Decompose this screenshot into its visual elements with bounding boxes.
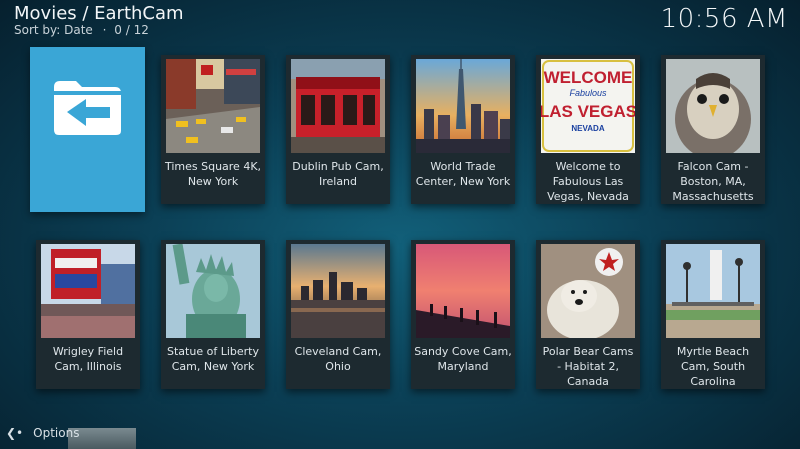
thumbnail-image [41,244,135,338]
page-title: Movies / EarthCam [14,3,184,24]
item-label: Dublin Pub Cam, Ireland [292,160,384,188]
thumbnail-image [166,59,260,153]
item-label: Times Square 4K, New York [164,160,262,188]
media-item-las-vegas[interactable]: WELCOME Fabulous LAS VEGAS NEVADA Welcom… [536,55,640,204]
thumbnail-image [666,244,760,338]
item-label: World Trade Center, New York [415,160,511,188]
options-chevron-icon: ❮• [6,426,24,440]
thumbnail-image [291,244,385,338]
item-label: Sandy Cove Cam, Maryland [414,345,512,373]
item-label: Welcome to Fabulous Las Vegas, Nevada [547,160,629,203]
item-label: Cleveland Cam, Ohio [294,345,382,373]
thumb-text-nevada: NEVADA [571,124,604,133]
item-label: Wrigley Field Cam, Illinois [52,345,124,373]
media-item-world-trade-center[interactable]: World Trade Center, New York [411,55,515,204]
media-item-myrtle-beach[interactable]: Myrtle Beach Cam, South Carolina [661,240,765,389]
thumb-text-fabulous: Fabulous [569,88,607,98]
item-counter: 0 / 12 [114,23,149,37]
media-item-statue-of-liberty[interactable]: Statue of Liberty Cam, New York [161,240,265,389]
sort-status: Sort by: Date · 0 / 12 [14,23,149,37]
media-item-wrigley-field[interactable]: Wrigley Field Cam, Illinois [36,240,140,389]
thumbnail-image: WELCOME Fabulous LAS VEGAS NEVADA [541,59,635,153]
thumbnail-image [416,59,510,153]
media-item-polar-bear[interactable]: Polar Bear Cams - Habitat 2, Canada [536,240,640,389]
thumbnail-image [416,244,510,338]
sort-label[interactable]: Sort by: Date [14,23,93,37]
options-button[interactable]: ❮• Options [6,426,79,440]
separator: · [102,23,107,37]
options-label: Options [33,426,80,440]
thumb-text-welcome: WELCOME [544,68,633,87]
media-item-cleveland[interactable]: Cleveland Cam, Ohio [286,240,390,389]
item-label: Falcon Cam - Boston, MA, Massachusetts [672,160,754,203]
clock: 10:56 AM [660,4,788,34]
parent-folder-tile[interactable] [30,47,145,212]
media-item-sandy-cove[interactable]: Sandy Cove Cam, Maryland [411,240,515,389]
item-label: Polar Bear Cams - Habitat 2, Canada [542,345,634,388]
media-item-falcon-cam[interactable]: Falcon Cam - Boston, MA, Massachusetts [661,55,765,204]
item-label: Myrtle Beach Cam, South Carolina [676,345,750,388]
thumb-text-las-vegas: LAS VEGAS [541,102,635,121]
thumbnail-image [541,244,635,338]
thumbnail-image [666,59,760,153]
media-item-dublin-pub[interactable]: Dublin Pub Cam, Ireland [286,55,390,204]
media-item-times-square[interactable]: Times Square 4K, New York [161,55,265,204]
thumbnail-image [166,244,260,338]
thumbnail-image [291,59,385,153]
folder-back-icon [54,81,121,135]
item-label: Statue of Liberty Cam, New York [167,345,259,373]
